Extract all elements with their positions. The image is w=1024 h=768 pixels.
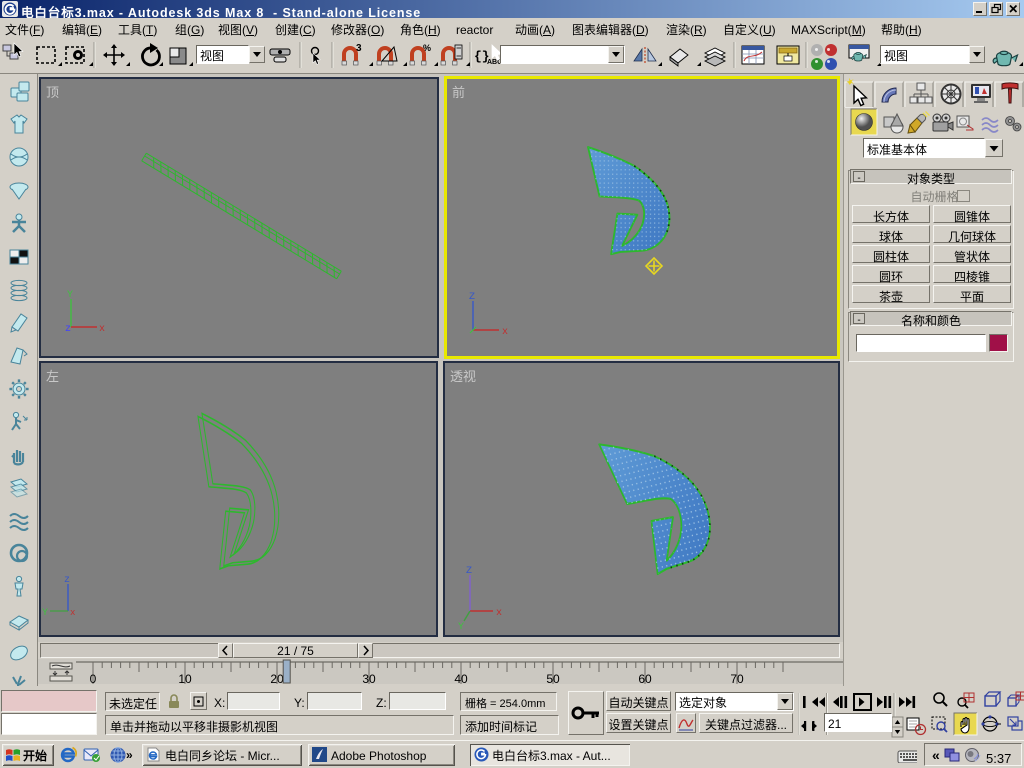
svg-text:x: x	[99, 324, 105, 335]
svg-text:50: 50	[546, 672, 560, 684]
svg-text:z: z	[65, 324, 71, 335]
svg-text:Z: Z	[466, 566, 472, 577]
svg-text:x: x	[496, 608, 502, 619]
svg-text:70: 70	[730, 672, 744, 684]
svg-text:10: 10	[178, 672, 192, 684]
svg-text:0: 0	[90, 672, 97, 684]
svg-text:3: 3	[356, 43, 362, 54]
svg-text:Z: Z	[469, 292, 475, 303]
svg-text:40: 40	[454, 672, 468, 684]
svg-text:Y: Y	[458, 622, 464, 633]
svg-text:Y: Y	[67, 290, 73, 301]
svg-text:»: »	[126, 748, 133, 762]
svg-text:x: x	[70, 608, 75, 618]
svg-text:20: 20	[270, 672, 284, 684]
svg-text:30: 30	[362, 672, 376, 684]
svg-text:x: x	[502, 327, 508, 338]
svg-text:z: z	[64, 575, 70, 586]
svg-text:«: «	[932, 747, 940, 763]
svg-text:%: %	[423, 43, 431, 53]
svg-text:60: 60	[638, 672, 652, 684]
svg-text:Y: Y	[42, 608, 48, 619]
